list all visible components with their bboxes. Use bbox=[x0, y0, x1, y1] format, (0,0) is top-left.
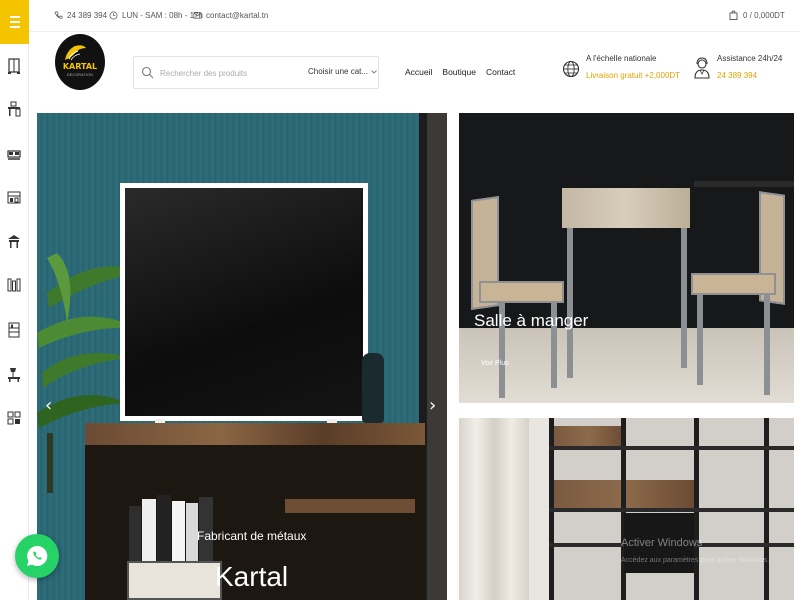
office-desk-icon[interactable] bbox=[7, 101, 21, 117]
phone-text: 24 389 394 bbox=[67, 11, 108, 20]
cart-button[interactable]: 0 / 0,000DT bbox=[729, 10, 785, 20]
search-bar: Choisir une cat... bbox=[133, 56, 379, 89]
kitchen-icon[interactable] bbox=[7, 189, 21, 205]
search-input[interactable] bbox=[160, 65, 300, 81]
vase-image bbox=[362, 353, 384, 423]
lamp-desk-icon[interactable] bbox=[7, 366, 21, 382]
curtain-image bbox=[459, 418, 529, 600]
dining-table-icon[interactable] bbox=[7, 233, 21, 249]
hero-title: Kartal bbox=[215, 561, 289, 592]
wood-panel bbox=[554, 426, 624, 446]
shelf-icon[interactable] bbox=[7, 322, 21, 338]
windows-watermark-sub: Accédez aux paramètres pour activer Wind… bbox=[621, 557, 770, 564]
chairs-icon[interactable] bbox=[7, 277, 21, 293]
category-select[interactable]: Choisir une cat... bbox=[308, 67, 377, 76]
windows-watermark-title: Activer Windows bbox=[621, 537, 703, 549]
support-info: Assistance 24h/24 24 389 394 bbox=[694, 54, 783, 80]
dining-card-link[interactable]: Voir Plus bbox=[481, 360, 509, 367]
nav-contact[interactable]: Contact bbox=[486, 67, 515, 77]
hero-subtitle: Fabricant de métaux bbox=[197, 529, 307, 543]
support-agent-icon bbox=[694, 57, 710, 79]
email-text: contact@kartal.tn bbox=[206, 11, 269, 20]
cart-total: 0 / 0,000DT bbox=[743, 10, 785, 20]
nav-boutique[interactable]: Boutique bbox=[442, 67, 476, 77]
table-image bbox=[562, 188, 690, 228]
hours-text: LUN - SAM : 08h - 17h bbox=[122, 11, 203, 20]
eagle-wing-logo bbox=[65, 45, 86, 61]
books-image bbox=[129, 491, 219, 561]
phone-contact[interactable]: 24 389 394 bbox=[54, 11, 107, 20]
logo-tagline: DECORATION bbox=[66, 73, 94, 77]
hero-slider[interactable]: ‹ › Fabricant de métaux Kartal bbox=[37, 113, 447, 600]
nav-accueil[interactable]: Accueil bbox=[405, 67, 432, 77]
whatsapp-button[interactable] bbox=[15, 534, 59, 578]
chair-leg bbox=[697, 295, 703, 385]
category-card-dining[interactable]: Salle à manger Voir Plus bbox=[459, 113, 794, 403]
email-contact[interactable]: contact@kartal.tn bbox=[193, 11, 268, 20]
category-rail bbox=[0, 0, 29, 600]
tv-image bbox=[120, 183, 368, 421]
basket-image bbox=[127, 561, 222, 600]
delivery-title: A l'échelle nationale bbox=[586, 54, 657, 63]
chevron-down-icon bbox=[371, 69, 377, 74]
menu-button[interactable] bbox=[0, 0, 29, 44]
clock-icon bbox=[109, 11, 118, 20]
globe-icon bbox=[562, 60, 580, 78]
bed-icon[interactable] bbox=[7, 146, 21, 162]
chair-seat bbox=[479, 281, 564, 303]
dining-card-title: Salle à manger bbox=[474, 311, 589, 330]
support-title: Assistance 24h/24 bbox=[717, 54, 783, 63]
chair-seat bbox=[691, 273, 776, 295]
category-card-living[interactable]: Activer Windows Accédez aux paramètres p… bbox=[459, 418, 794, 600]
slider-prev-button[interactable]: ‹ bbox=[45, 395, 52, 416]
top-bar: 24 389 394 LUN - SAM : 08h - 17h contact… bbox=[29, 0, 800, 32]
shelf-side bbox=[427, 113, 447, 600]
hamburger-icon bbox=[9, 15, 20, 30]
table-leg bbox=[567, 228, 573, 378]
shelf-bar bbox=[549, 508, 794, 512]
kids-room-icon[interactable] bbox=[7, 410, 21, 426]
wall-shelf bbox=[694, 181, 794, 187]
phone-icon bbox=[54, 11, 63, 19]
chair-leg bbox=[764, 295, 770, 395]
site-logo[interactable]: KARTAL DECORATION bbox=[55, 34, 105, 90]
floor bbox=[459, 328, 794, 403]
search-icon[interactable] bbox=[141, 66, 154, 79]
support-phone: 24 389 394 bbox=[717, 71, 758, 80]
whatsapp-icon bbox=[27, 545, 48, 566]
mail-icon bbox=[193, 12, 202, 19]
shopping-bag-icon bbox=[729, 10, 738, 20]
delivery-subtitle: Livraison gratuit +2,000DT bbox=[586, 71, 681, 80]
shelf-bar bbox=[549, 446, 794, 450]
opening-hours: LUN - SAM : 08h - 17h bbox=[109, 11, 203, 20]
wardrobe-icon[interactable] bbox=[7, 58, 21, 74]
delivery-info: A l'échelle nationale Livraison gratuit … bbox=[562, 54, 681, 80]
category-select-value: Choisir une cat... bbox=[308, 67, 369, 76]
logo-brand: KARTAL bbox=[62, 62, 98, 71]
slider-next-button[interactable]: › bbox=[429, 395, 436, 416]
table-leg bbox=[681, 228, 687, 368]
main-nav: Accueil Boutique Contact bbox=[405, 67, 515, 77]
